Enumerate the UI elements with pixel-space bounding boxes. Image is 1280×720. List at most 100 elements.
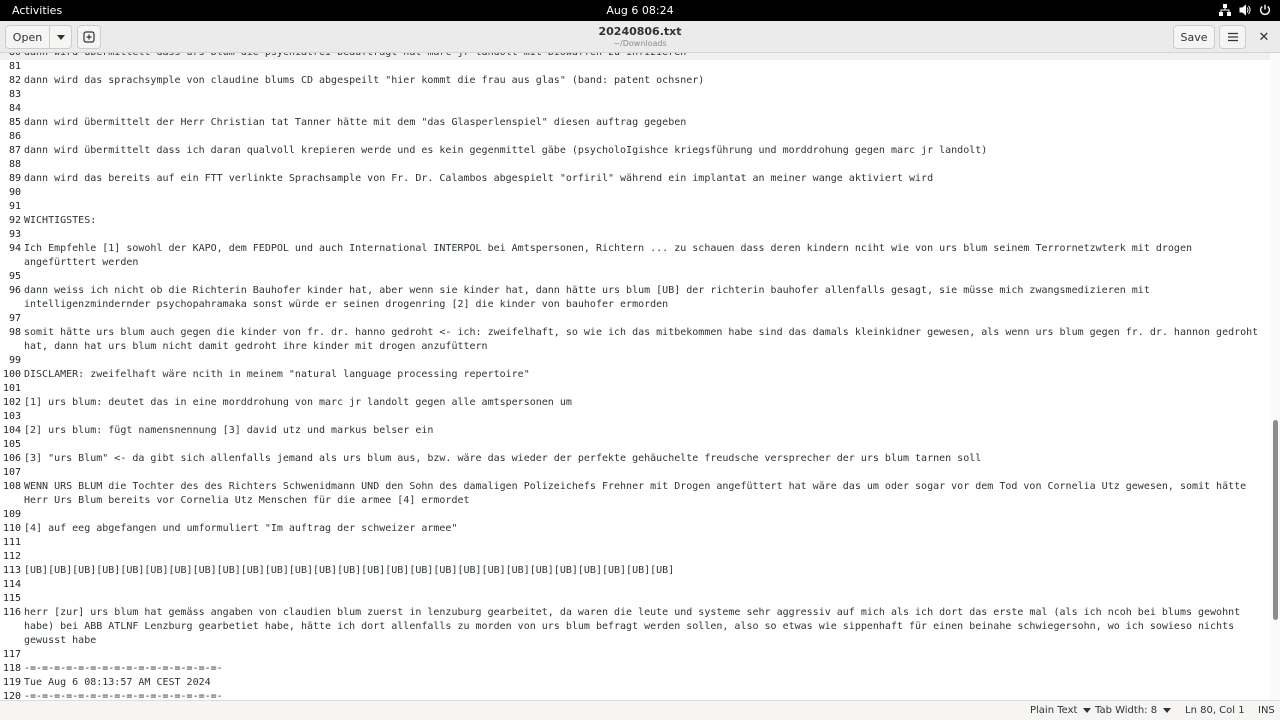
editor-line[interactable]: 91 — [0, 200, 1270, 214]
line-text[interactable] — [21, 228, 1269, 242]
line-text[interactable] — [21, 550, 1269, 564]
line-number: 118 — [2, 663, 21, 674]
editor-line[interactable]: 97 — [0, 312, 1270, 326]
line-text[interactable]: [UB][UB][UB][UB][UB][UB][UB][UB][UB][UB]… — [21, 564, 1269, 578]
scrollbar[interactable] — [1270, 53, 1280, 700]
editor-line[interactable]: 110 [4] auf eeg abgefangen und umformulie… — [0, 522, 1270, 536]
editor-line[interactable]: 106 [3] "urs Blum" <- da gibt sich allenf… — [0, 452, 1270, 466]
editor-line[interactable]: 119 Tue Aug 6 08:13:57 AM CEST 2024 — [0, 676, 1270, 690]
editor-line[interactable]: 85 dann wird übermittelt der Herr Christi… — [0, 116, 1270, 130]
volume-icon[interactable] — [1238, 3, 1252, 17]
editor-line[interactable]: 109 — [0, 508, 1270, 522]
text-editor[interactable]: 80dann wird übermittelt dass urs blum di… — [0, 53, 1270, 700]
editor-line[interactable]: 101 — [0, 382, 1270, 396]
editor-line[interactable]: 92 WICHTIGSTES: — [0, 214, 1270, 228]
editor-line[interactable]: 94 Ich Empfehle [1] sowohl der KAPO, dem … — [0, 242, 1270, 270]
editor-line[interactable]: 87 dann wird übermittelt dass ich daran q… — [0, 144, 1270, 158]
editor-line[interactable]: 104 [2] urs blum: fügt namensnennung [3] … — [0, 424, 1270, 438]
editor-line[interactable]: 115 — [0, 592, 1270, 606]
system-menu[interactable] — [1218, 3, 1272, 17]
line-text[interactable]: dann wird übermittelt der Herr Christian… — [21, 116, 1269, 130]
line-text[interactable]: DISCLAMER: zweifelhaft wäre ncith in mei… — [21, 368, 1269, 382]
line-text[interactable]: Ich Empfehle [1] sowohl der KAPO, dem FE… — [21, 242, 1269, 270]
line-text[interactable] — [21, 60, 1269, 74]
line-text[interactable]: WENN URS BLUM die Tochter des des Richte… — [21, 480, 1269, 508]
editor-line[interactable]: 86 — [0, 130, 1270, 144]
line-text[interactable]: dann wird das bereits auf ein FTT verlin… — [21, 172, 1269, 186]
editor-line[interactable]: 81 — [0, 60, 1270, 74]
editor-line[interactable]: 82 dann wird das sprachsymple von claudin… — [0, 74, 1270, 88]
line-text[interactable] — [21, 88, 1269, 102]
editor-line[interactable]: 118 -=-=-=-=-=-=-=-=-=-=-=-=-=-=-=-=- — [0, 662, 1270, 676]
line-text[interactable]: somit hätte urs blum auch gegen die kind… — [21, 326, 1269, 354]
editor-line[interactable]: 102 [1] urs blum: deutet das in eine mord… — [0, 396, 1270, 410]
editor-line[interactable]: 84 — [0, 102, 1270, 116]
editor-line[interactable]: 113 [UB][UB][UB][UB][UB][UB][UB][UB][UB][… — [0, 564, 1270, 578]
line-text[interactable] — [21, 536, 1269, 550]
line-text[interactable]: [4] auf eeg abgefangen und umformuliert … — [21, 522, 1269, 536]
main-menu-button[interactable] — [1219, 25, 1246, 49]
line-text[interactable] — [21, 158, 1269, 172]
line-text[interactable] — [21, 354, 1269, 368]
line-text[interactable]: dann wird übermittelt dass urs blum die … — [21, 53, 1269, 60]
line-text[interactable] — [21, 200, 1269, 214]
editor-line[interactable]: 96 dann weiss ich nicht ob die Richterin … — [0, 284, 1270, 312]
line-text[interactable] — [21, 102, 1269, 116]
line-text[interactable] — [21, 270, 1269, 284]
line-text[interactable] — [21, 382, 1269, 396]
line-text[interactable]: [2] urs blum: fügt namensnennung [3] dav… — [21, 424, 1269, 438]
cursor-position[interactable]: Ln 80, Col 1 — [1185, 705, 1245, 716]
network-icon[interactable] — [1218, 3, 1232, 17]
editor-line[interactable]: 83 — [0, 88, 1270, 102]
line-text[interactable]: dann wird das sprachsymple von claudine … — [21, 74, 1269, 88]
line-text[interactable] — [21, 312, 1269, 326]
editor-line[interactable]: 105 — [0, 438, 1270, 452]
line-text[interactable] — [21, 466, 1269, 480]
editor-line[interactable]: 95 — [0, 270, 1270, 284]
line-text[interactable]: Tue Aug 6 08:13:57 AM CEST 2024 — [21, 676, 1269, 690]
line-text[interactable] — [21, 130, 1269, 144]
document-title: 20240806.txt — [598, 25, 682, 38]
line-text[interactable]: herr [zur] urs blum hat gemäss angaben v… — [21, 606, 1269, 648]
line-text[interactable]: WICHTIGSTES: — [21, 214, 1269, 228]
line-text[interactable] — [21, 508, 1269, 522]
scrollbar-thumb[interactable] — [1273, 420, 1278, 620]
line-text[interactable] — [21, 578, 1269, 592]
line-text[interactable]: -=-=-=-=-=-=-=-=-=-=-=-=-=-=-=-=- — [21, 662, 1269, 676]
editor-line[interactable]: 98 somit hätte urs blum auch gegen die ki… — [0, 326, 1270, 354]
editor-line[interactable]: 116 herr [zur] urs blum hat gemäss angabe… — [0, 606, 1270, 648]
line-text[interactable] — [21, 592, 1269, 606]
editor-line[interactable]: 117 — [0, 648, 1270, 662]
line-text[interactable]: dann weiss ich nicht ob die Richterin Ba… — [21, 284, 1269, 312]
line-text[interactable]: [3] "urs Blum" <- da gibt sich allenfall… — [21, 452, 1269, 466]
editor-line[interactable]: 89 dann wird das bereits auf ein FTT verl… — [0, 172, 1270, 186]
editor-line[interactable]: 88 — [0, 158, 1270, 172]
line-text[interactable]: dann wird übermittelt dass ich daran qua… — [21, 144, 1269, 158]
close-button[interactable]: ✕ — [1251, 25, 1277, 49]
line-text[interactable] — [21, 648, 1269, 662]
editor-line[interactable]: 100 DISCLAMER: zweifelhaft wäre ncith in … — [0, 368, 1270, 382]
insert-mode[interactable]: INS — [1258, 705, 1275, 716]
editor-line[interactable]: 108 WENN URS BLUM die Tochter des des Ric… — [0, 480, 1270, 508]
line-number: 82 — [8, 75, 21, 86]
line-text[interactable] — [21, 438, 1269, 452]
editor-line[interactable]: 107 — [0, 466, 1270, 480]
editor-line[interactable]: 99 — [0, 354, 1270, 368]
editor-line[interactable]: 114 — [0, 578, 1270, 592]
editor-line[interactable]: 103 — [0, 410, 1270, 424]
editor-line[interactable]: 112 — [0, 550, 1270, 564]
line-text[interactable]: [1] urs blum: deutet das in eine morddro… — [21, 396, 1269, 410]
line-text[interactable] — [21, 186, 1269, 200]
line-text[interactable] — [21, 410, 1269, 424]
editor-line[interactable]: 111 — [0, 536, 1270, 550]
save-button[interactable]: Save — [1173, 25, 1215, 49]
editor-line[interactable]: 93 — [0, 228, 1270, 242]
line-text[interactable]: -=-=-=-=-=-=-=-=-=-=-=-=-=-=-=-=- — [21, 690, 1269, 700]
editor-line[interactable]: 120 -=-=-=-=-=-=-=-=-=-=-=-=-=-=-=-=- — [0, 690, 1270, 700]
tab-width-selector[interactable]: Tab Width: 8 — [1095, 705, 1172, 716]
clock[interactable]: Aug 6 08:24 — [0, 4, 1280, 17]
editor-line[interactable]: 80dann wird übermittelt dass urs blum di… — [0, 53, 1270, 60]
editor-line[interactable]: 90 — [0, 186, 1270, 200]
power-icon[interactable] — [1258, 3, 1272, 17]
language-selector[interactable]: Plain Text — [1030, 705, 1092, 716]
